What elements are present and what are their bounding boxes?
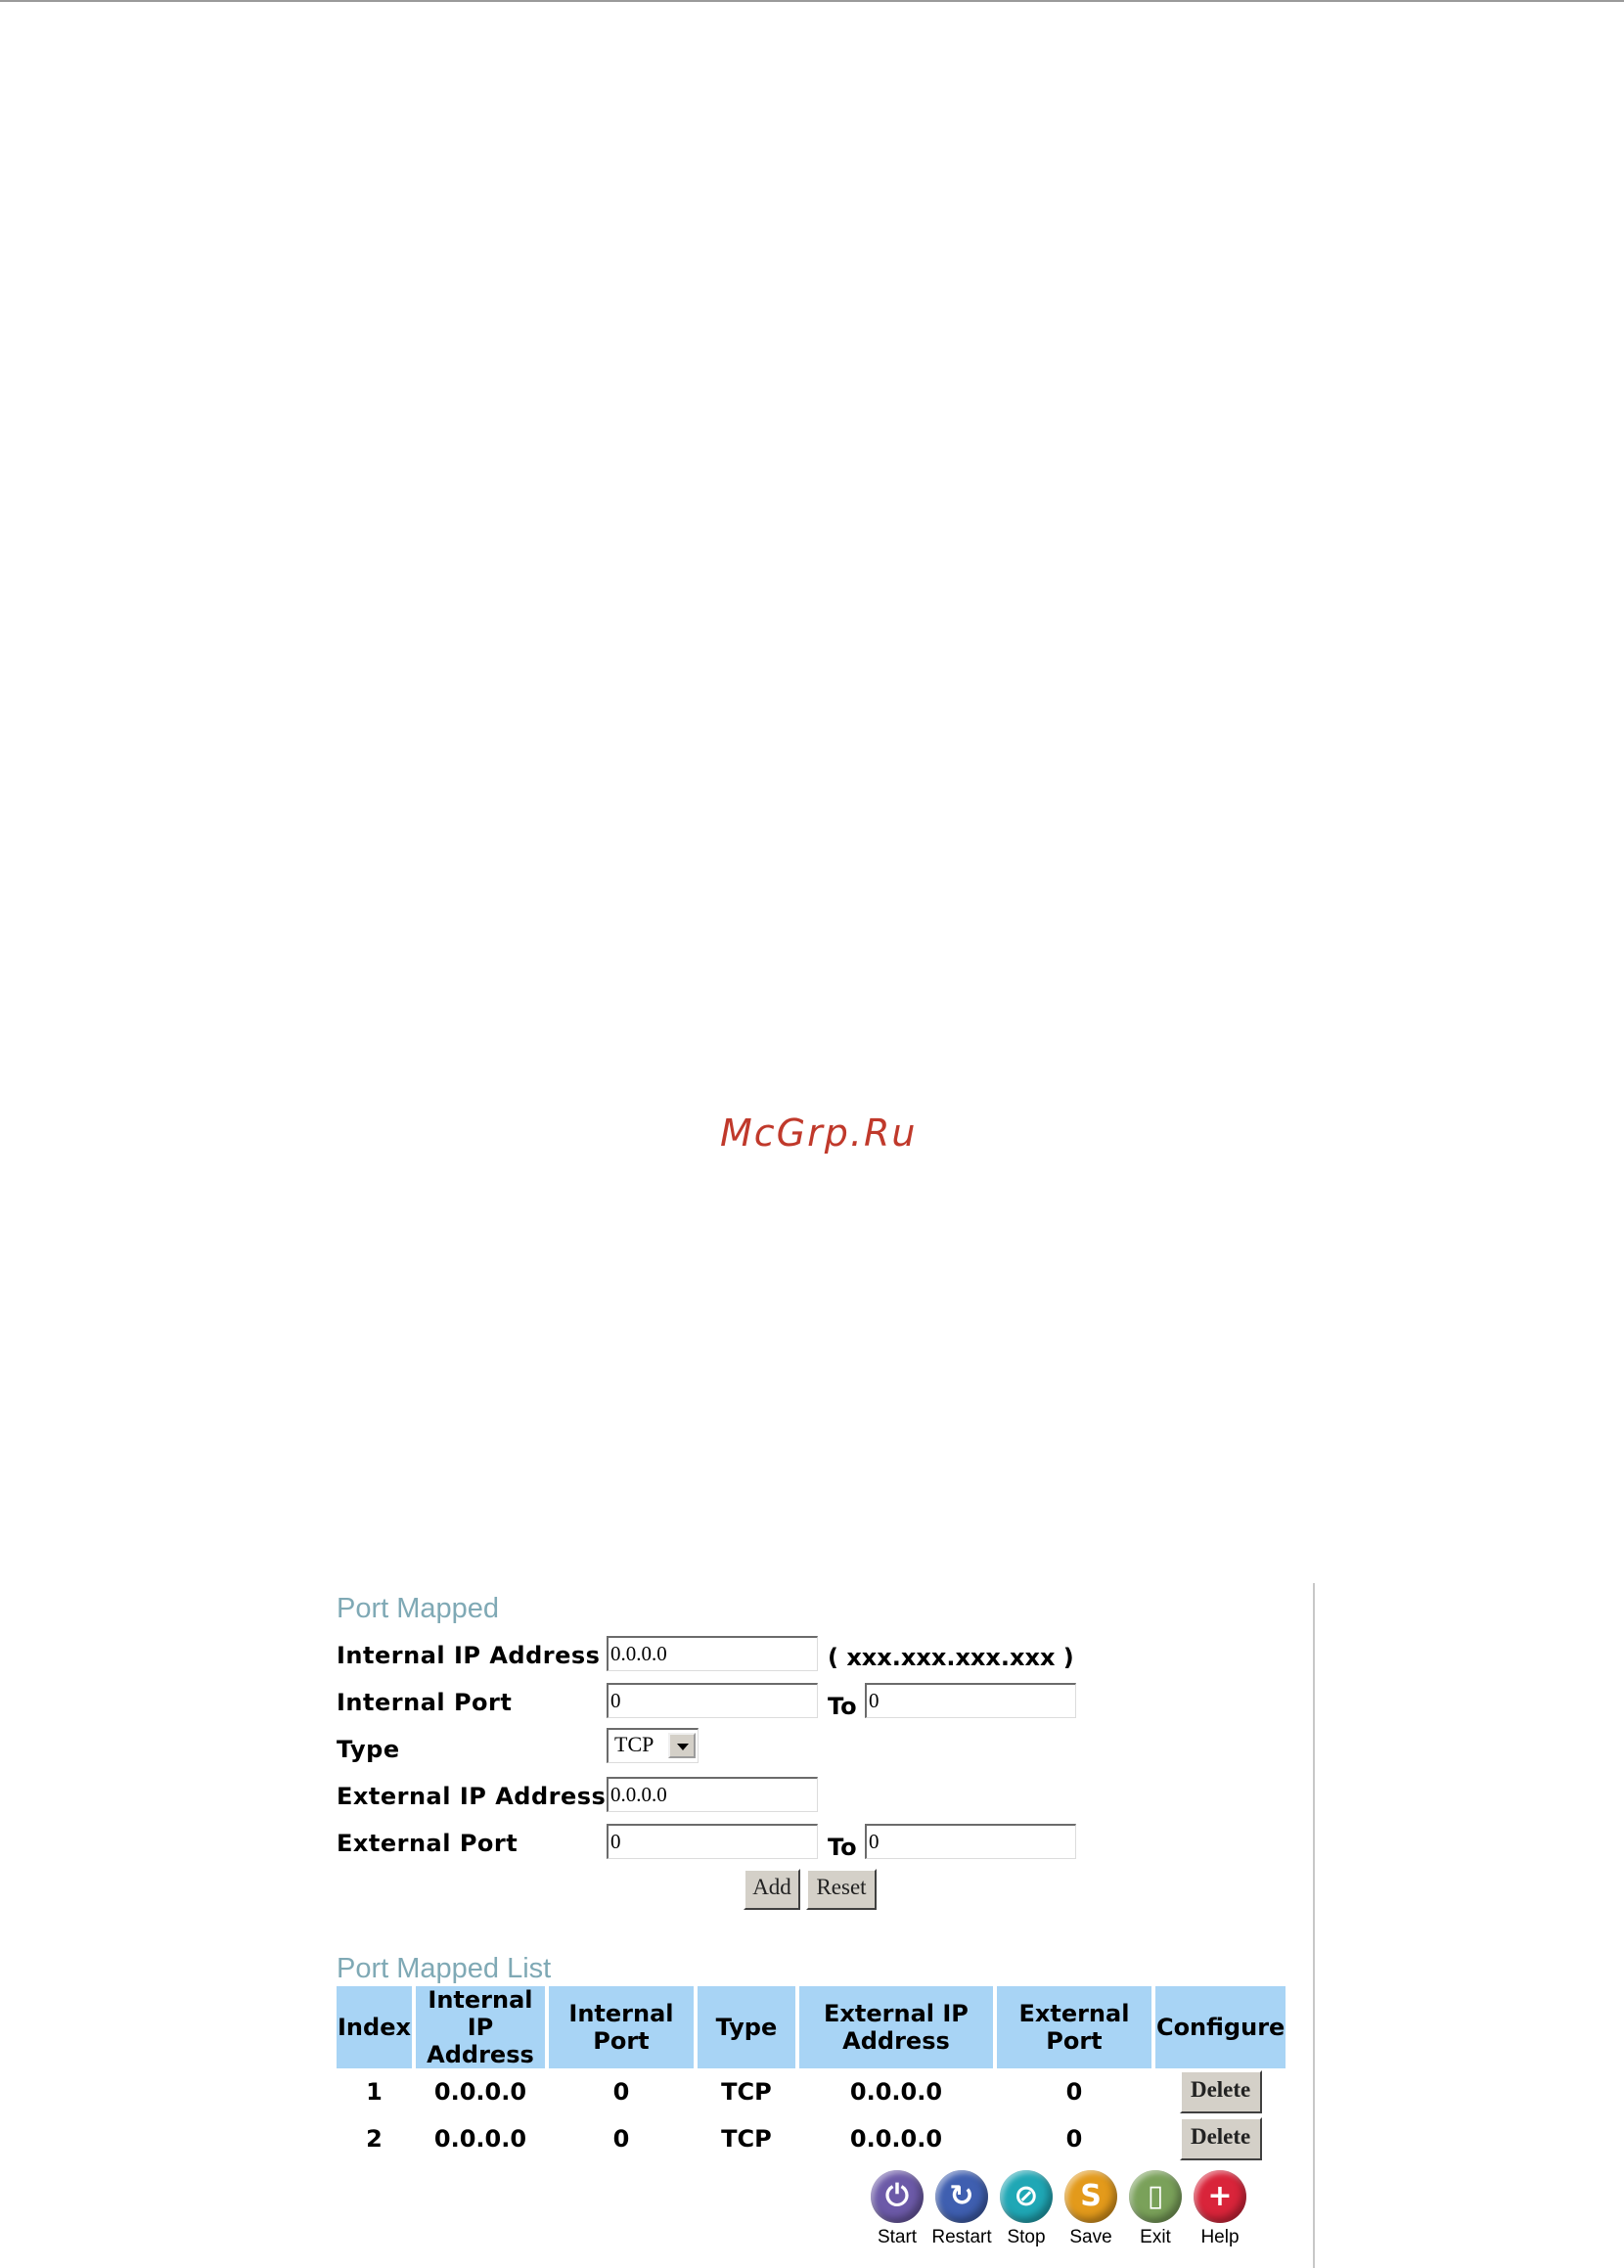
add-button[interactable]: Add xyxy=(744,1869,800,1910)
external-port-to-label: To xyxy=(828,1834,857,1861)
table-header-row: Index Internal IP Address Internal Port Ty… xyxy=(337,1986,1286,2068)
exit-label: Exit xyxy=(1140,2227,1171,2247)
port-mapped-table: Index Internal IP Address Internal Port Ty… xyxy=(333,1986,1289,2162)
restart-button[interactable]: ↻ Restart xyxy=(929,2170,994,2248)
port-mapped-panel: Port Mapped Internal IP Address 0.0.0.0 … xyxy=(337,1583,1305,2268)
cell-internal-port: 0 xyxy=(612,2125,630,2153)
save-icon: S xyxy=(1064,2170,1117,2223)
cell-external-ip: 0.0.0.0 xyxy=(849,2078,943,2106)
action-toolbar: ⏻ Start ↻ Restart ⊘ Stop S Save ▯ Exit +… xyxy=(865,2170,1315,2268)
cell-configure: Delete xyxy=(1155,2115,1286,2162)
cell-internal-ip: 0.0.0.0 xyxy=(433,2125,527,2153)
internal-port-from-input[interactable]: 0 xyxy=(607,1683,818,1718)
stop-icon: ⊘ xyxy=(1000,2170,1053,2223)
type-label: Type xyxy=(337,1736,400,1763)
col-index-header: Index xyxy=(337,1986,412,2068)
type-select-value: TCP xyxy=(614,1732,654,1756)
external-port-from-input[interactable]: 0 xyxy=(607,1824,818,1859)
col-type-header: Type xyxy=(697,1986,795,2068)
internal-port-to-label: To xyxy=(828,1693,857,1720)
internal-ip-label: Internal IP Address xyxy=(337,1642,601,1669)
restart-icon: ↻ xyxy=(935,2170,988,2223)
delete-row-1-button[interactable]: Delete xyxy=(1179,2070,1262,2113)
door-icon: ▯ xyxy=(1129,2170,1182,2223)
col-external-port-header: External Port xyxy=(996,1986,1151,2068)
port-mapped-title: Port Mapped xyxy=(337,1593,500,1624)
external-port-label: External Port xyxy=(337,1830,519,1857)
col-external-ip-header: External IP Address xyxy=(798,1986,993,2068)
cell-configure: Delete xyxy=(1155,2068,1286,2115)
save-label: Save xyxy=(1069,2227,1112,2247)
cell-index: 2 xyxy=(366,2125,383,2153)
type-select[interactable]: TCP xyxy=(607,1728,699,1763)
table-row: 2 0.0.0.0 0 TCP 0.0.0.0 0 Delete xyxy=(337,2115,1286,2162)
exit-button[interactable]: ▯ Exit xyxy=(1123,2170,1188,2248)
ip-format-hint: ( xxx.xxx.xxx.xxx ) xyxy=(828,1644,1074,1671)
external-port-to-input[interactable]: 0 xyxy=(865,1824,1076,1859)
cell-internal-ip: 0.0.0.0 xyxy=(433,2078,527,2106)
delete-row-2-button[interactable]: Delete xyxy=(1179,2117,1262,2160)
start-button[interactable]: ⏻ Start xyxy=(865,2170,929,2248)
col-internal-port-header: Internal Port xyxy=(548,1986,694,2068)
restart-label: Restart xyxy=(931,2227,992,2247)
stop-button[interactable]: ⊘ Stop xyxy=(994,2170,1059,2248)
cell-type: TCP xyxy=(721,2125,772,2153)
cell-internal-port: 0 xyxy=(612,2078,630,2106)
external-ip-input[interactable]: 0.0.0.0 xyxy=(607,1777,818,1812)
internal-port-to-input[interactable]: 0 xyxy=(865,1683,1076,1718)
cell-external-port: 0 xyxy=(1065,2125,1083,2153)
col-internal-ip-header: Internal IP Address xyxy=(415,1986,545,2068)
save-button[interactable]: S Save xyxy=(1059,2170,1123,2248)
plus-icon: + xyxy=(1194,2170,1246,2223)
cell-external-ip: 0.0.0.0 xyxy=(849,2125,943,2153)
cell-external-port: 0 xyxy=(1065,2078,1083,2106)
help-button[interactable]: + Help xyxy=(1188,2170,1252,2248)
chevron-down-icon[interactable] xyxy=(668,1733,696,1758)
power-icon: ⏻ xyxy=(871,2170,924,2223)
stop-label: Stop xyxy=(1007,2227,1046,2247)
start-label: Start xyxy=(877,2227,918,2247)
cell-type: TCP xyxy=(721,2078,772,2106)
internal-ip-input[interactable]: 0.0.0.0 xyxy=(607,1636,818,1671)
external-ip-label: External IP Address xyxy=(337,1783,607,1810)
col-configure-header: Configure xyxy=(1154,1986,1286,2068)
help-label: Help xyxy=(1200,2227,1240,2247)
table-row: 1 0.0.0.0 0 TCP 0.0.0.0 0 Delete xyxy=(337,2068,1286,2115)
panel-right-divider xyxy=(1313,1583,1315,2268)
top-divider xyxy=(0,0,1624,2)
cell-index: 1 xyxy=(366,2078,383,2106)
watermark-text: McGrp.Ru xyxy=(720,1111,918,1155)
reset-button[interactable]: Reset xyxy=(806,1869,877,1910)
port-mapped-list-title: Port Mapped List xyxy=(337,1953,552,1984)
internal-port-label: Internal Port xyxy=(337,1689,513,1716)
